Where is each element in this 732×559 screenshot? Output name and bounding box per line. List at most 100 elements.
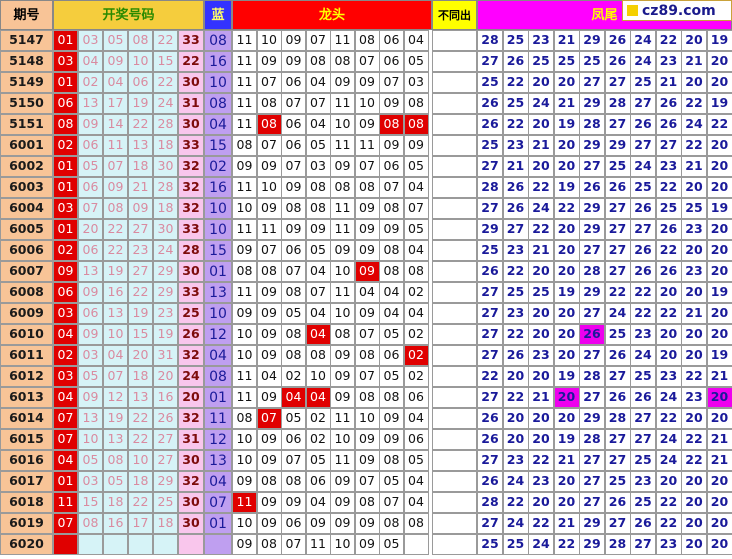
- dragon-head-cell: 05: [281, 408, 306, 429]
- dragon-head-cell: 06: [379, 30, 404, 51]
- phoenix-tail-cell: 23: [655, 534, 682, 555]
- period-cell: 6006: [0, 240, 53, 261]
- red-number-cell: 13: [103, 303, 128, 324]
- dragon-head-cell: 08: [256, 114, 282, 135]
- phoenix-tail-cell: 24: [630, 156, 656, 177]
- red-number-cell: 21: [128, 177, 153, 198]
- dragon-head-cell: 07: [354, 51, 380, 72]
- phoenix-tail-cell: 27: [579, 72, 605, 93]
- phoenix-tail-cell: 28: [579, 114, 605, 135]
- phoenix-tail-cell: 27: [630, 93, 656, 114]
- red-number-cell: 13: [78, 93, 103, 114]
- dragon-head-cell: 06: [281, 513, 306, 534]
- dragon-head-cell: 08: [305, 198, 331, 219]
- phoenix-tail-cell: 27: [477, 513, 503, 534]
- dragon-head-cell: 07: [305, 282, 331, 303]
- red-number-cell: 09: [78, 324, 103, 345]
- blue-tail-cell: 01: [204, 513, 232, 534]
- blue-number-cell: 31: [178, 93, 204, 114]
- dragon-head-cell: 10: [232, 429, 257, 450]
- red-number-cell: 07: [53, 408, 78, 429]
- dragon-head-cell: 09: [330, 156, 355, 177]
- red-number-cell: 04: [53, 450, 78, 471]
- dragon-head-cell: 07: [354, 324, 380, 345]
- blue-tail-cell: 01: [204, 261, 232, 282]
- phoenix-tail-cell: 23: [502, 303, 529, 324]
- dragon-head-cell: 09: [354, 534, 380, 555]
- phoenix-tail-cell: 22: [528, 513, 554, 534]
- dragon-head-cell: 08: [305, 51, 331, 72]
- red-number-cell: 03: [78, 30, 103, 51]
- phoenix-tail-cell: 21: [681, 51, 707, 72]
- red-number-cell: 26: [153, 408, 178, 429]
- phoenix-tail-cell: 19: [706, 282, 732, 303]
- dragon-head-cell: 07: [379, 177, 404, 198]
- blue-tail-cell: 13: [204, 450, 232, 471]
- phoenix-tail-cell: 20: [655, 345, 682, 366]
- phoenix-tail-cell: 20: [681, 492, 707, 513]
- phoenix-tail-cell: 29: [579, 30, 605, 51]
- phoenix-tail-cell: 20: [553, 345, 580, 366]
- header-not-same-out: 不同出: [432, 0, 477, 30]
- dragon-head-cell: 11: [330, 93, 355, 114]
- dragon-head-cell: 10: [354, 93, 380, 114]
- dragon-head-cell: 02: [403, 345, 429, 366]
- phoenix-tail-cell: 28: [477, 30, 503, 51]
- dragon-head-cell: 09: [281, 51, 306, 72]
- dragon-head-cell: 08: [354, 345, 380, 366]
- red-number-cell: 17: [103, 93, 128, 114]
- red-number-cell: 09: [78, 282, 103, 303]
- phoenix-tail-cell: 27: [502, 219, 529, 240]
- dragon-head-cell: 09: [232, 471, 257, 492]
- dragon-head-cell: 11: [330, 135, 355, 156]
- dragon-head-cell: 05: [379, 366, 404, 387]
- phoenix-tail-cell: 25: [502, 30, 529, 51]
- phoenix-tail-cell: 27: [630, 408, 656, 429]
- phoenix-tail-cell: 27: [630, 135, 656, 156]
- red-number-cell: 03: [78, 471, 103, 492]
- phoenix-tail-cell: 20: [706, 408, 732, 429]
- phoenix-tail-cell: 24: [655, 429, 682, 450]
- phoenix-tail-cell: 24: [655, 387, 682, 408]
- dragon-head-cell: 08: [379, 387, 404, 408]
- dragon-head-cell: 07: [379, 492, 404, 513]
- red-number-cell: 09: [103, 51, 128, 72]
- phoenix-tail-cell: 20: [706, 135, 732, 156]
- phoenix-tail-cell: 28: [579, 261, 605, 282]
- dragon-head-cell: 04: [256, 366, 282, 387]
- red-number-cell: 20: [153, 366, 178, 387]
- dragon-head-cell: 08: [354, 387, 380, 408]
- phoenix-tail-cell: 22: [681, 429, 707, 450]
- phoenix-tail-cell: 22: [553, 534, 580, 555]
- phoenix-tail-cell: 22: [502, 492, 529, 513]
- red-number-cell: [53, 534, 78, 555]
- not-same-out-cell: [432, 261, 477, 282]
- period-cell: 5151: [0, 114, 53, 135]
- phoenix-tail-cell: 19: [553, 366, 580, 387]
- dragon-head-cell: 09: [256, 51, 282, 72]
- dragon-head-cell: 08: [330, 51, 355, 72]
- phoenix-tail-cell: 21: [553, 450, 580, 471]
- dragon-head-cell: 09: [354, 114, 380, 135]
- phoenix-tail-cell: 23: [502, 450, 529, 471]
- phoenix-tail-cell: 19: [706, 198, 732, 219]
- blue-tail-cell: 04: [204, 114, 232, 135]
- red-number-cell: 30: [153, 156, 178, 177]
- period-cell: 5150: [0, 93, 53, 114]
- phoenix-tail-cell: 22: [477, 366, 503, 387]
- not-same-out-cell: [432, 534, 477, 555]
- dragon-head-cell: 11: [232, 114, 257, 135]
- red-number-cell: 02: [53, 345, 78, 366]
- dragon-head-cell: 08: [281, 471, 306, 492]
- dragon-head-cell: 06: [281, 114, 306, 135]
- phoenix-tail-cell: 22: [655, 177, 682, 198]
- blue-tail-cell: 10: [204, 72, 232, 93]
- phoenix-tail-cell: 27: [630, 219, 656, 240]
- red-number-cell: 30: [153, 219, 178, 240]
- red-number-cell: 18: [153, 513, 178, 534]
- dragon-head-cell: 04: [305, 303, 331, 324]
- dragon-head-cell: 04: [281, 387, 306, 408]
- red-number-cell: 13: [128, 387, 153, 408]
- dragon-head-cell: 05: [403, 51, 429, 72]
- dragon-head-cell: 04: [403, 471, 429, 492]
